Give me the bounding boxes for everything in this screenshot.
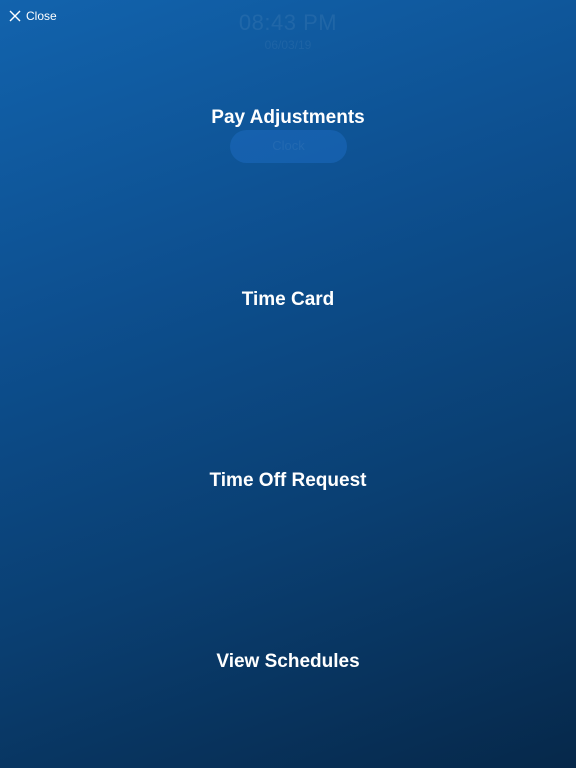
background-date: 06/03/19	[264, 38, 312, 52]
menu-item-view-schedules[interactable]: View Schedules	[0, 650, 576, 674]
background-clock-button-label: Clock	[272, 138, 305, 153]
close-label: Close	[26, 9, 57, 23]
menu-item-pay-adjustments[interactable]: Pay Adjustments	[0, 106, 576, 130]
background-time: 08:43 PM	[238, 10, 338, 35]
menu-item-time-off-request[interactable]: Time Off Request	[0, 469, 576, 493]
close-icon	[8, 9, 22, 23]
close-button[interactable]: Close	[8, 9, 57, 23]
menu-item-time-card[interactable]: Time Card	[0, 288, 576, 312]
